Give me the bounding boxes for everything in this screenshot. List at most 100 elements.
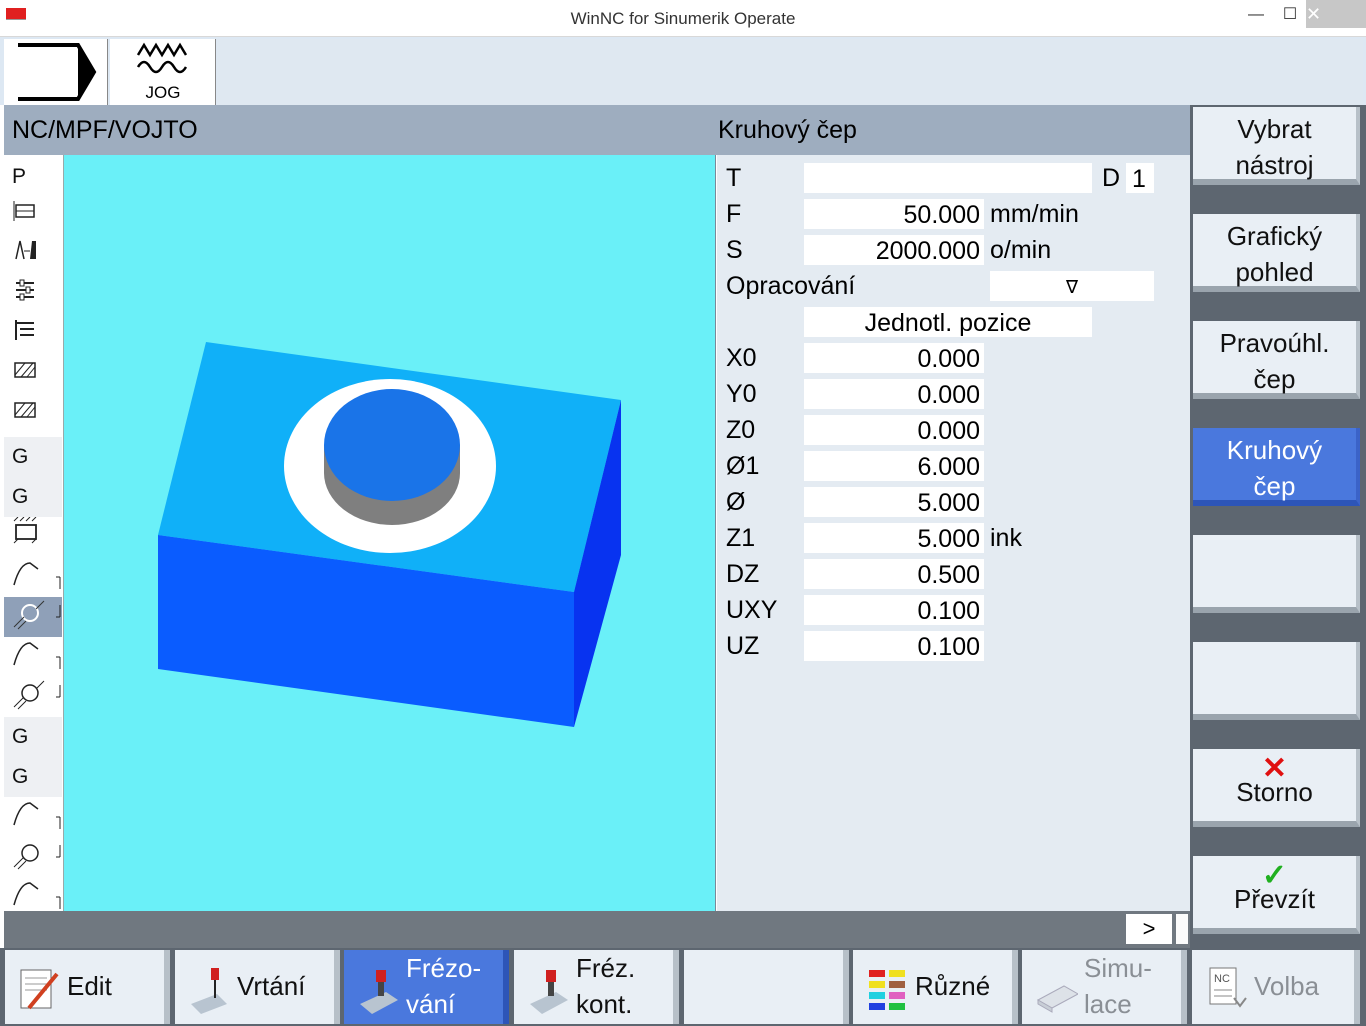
softkey-label: Pravoúhl.: [1219, 328, 1330, 358]
drill-icon: [191, 968, 227, 1014]
empty-bottom-softkey[interactable]: [684, 950, 849, 1024]
feed-unit[interactable]: mm/min: [990, 200, 1079, 229]
spindle-speed-field[interactable]: 2000.000: [804, 235, 984, 265]
dz-field[interactable]: 0.500: [804, 559, 984, 589]
strip-item-contour3-icon[interactable]: [4, 797, 62, 837]
softkey-label: kont.: [576, 989, 633, 1019]
more-softkeys-button[interactable]: >: [1126, 914, 1172, 944]
circular-spigot-illustration: [158, 342, 621, 727]
maximize-button[interactable]: ☐: [1270, 4, 1310, 28]
help-graphic: [64, 155, 716, 911]
position-mode-select[interactable]: Jednotl. pozice: [804, 307, 1092, 337]
strip-item-contour-icon[interactable]: [4, 557, 62, 597]
strip-item-circular-spigot2-icon[interactable]: [4, 677, 62, 717]
softkey-label: nástroj: [1235, 150, 1314, 180]
z1-field[interactable]: 5.000: [804, 523, 984, 553]
softkey-label: Storno: [1236, 777, 1313, 807]
empty-softkey-6[interactable]: [1193, 642, 1360, 720]
close-button[interactable]: ✕: [1306, 0, 1366, 28]
edit-pencil-icon: [20, 969, 59, 1010]
strip-item-list-icon[interactable]: [4, 317, 62, 357]
softkey-label: Vrtání: [237, 971, 306, 1001]
empty-softkey-5[interactable]: [1193, 535, 1360, 613]
milling-icon: [360, 970, 398, 1014]
z0-field[interactable]: 0.000: [804, 415, 984, 445]
miscellaneous-softkey[interactable]: Různé: [853, 950, 1018, 1024]
edit-softkey[interactable]: Edit: [5, 950, 170, 1024]
strip-item-rect-spigot-icon[interactable]: [4, 516, 62, 557]
uxy-field[interactable]: 0.100: [804, 595, 984, 625]
program-path: NC/MPF/VOJTO: [12, 116, 198, 144]
softkey-label: Grafický: [1226, 221, 1323, 251]
softkey-label: Simu-: [1084, 953, 1152, 983]
diameter-field[interactable]: 5.000: [804, 487, 984, 517]
strip-item-gcode-4[interactable]: G: [4, 757, 62, 797]
select-tool-softkey[interactable]: Vybrat nástroj: [1193, 107, 1360, 185]
jog-mode-indicator: JOG: [110, 39, 216, 105]
status-separator: [1176, 914, 1188, 944]
drilling-softkey[interactable]: Vrtání: [175, 950, 340, 1024]
rectangular-spigot-softkey[interactable]: Pravoúhl. čep: [1193, 321, 1360, 399]
softkey-label: Převzít: [1234, 884, 1315, 914]
strip-item-contour2-icon[interactable]: [4, 637, 62, 677]
softkey-label: vání: [406, 989, 456, 1019]
param-label-machining: Opracování: [726, 272, 856, 300]
x0-field[interactable]: 0.000: [804, 343, 984, 373]
window-title: WinNC for Sinumerik Operate: [570, 9, 796, 28]
status-bar: [4, 911, 1190, 948]
strip-item-transform-icon[interactable]: [4, 277, 62, 317]
accept-softkey[interactable]: ✓ Převzít: [1193, 856, 1360, 934]
strip-item-face-icon[interactable]: [4, 197, 62, 237]
tool-field[interactable]: [804, 163, 1092, 193]
softkey-label: čep: [1253, 364, 1296, 394]
strip-item-thread-icon[interactable]: [4, 237, 62, 277]
contour-milling-softkey[interactable]: Fréz. kont.: [514, 950, 679, 1024]
channel-arrow-icon: [4, 39, 108, 105]
strip-item-pocket-icon[interactable]: [4, 357, 62, 397]
strip-item-circular-spigot-icon[interactable]: [4, 597, 62, 637]
spindle-speed-unit[interactable]: o/min: [990, 236, 1051, 265]
param-label-blank-diameter: Ø1: [726, 452, 760, 480]
milling-softkey[interactable]: Frézo- vání: [344, 950, 509, 1024]
uz-field[interactable]: 0.100: [804, 631, 984, 661]
blank-diameter-field[interactable]: 6.000: [804, 451, 984, 481]
select-program-softkey[interactable]: NC Volba: [1192, 950, 1360, 1024]
cancel-softkey[interactable]: ✕ Storno: [1193, 749, 1360, 827]
param-label-z0: Z0: [726, 416, 756, 444]
strip-item-gcode-2[interactable]: G: [4, 477, 62, 517]
mode-label: JOG: [145, 83, 181, 102]
param-label-d: D: [1102, 164, 1121, 192]
contour-milling-icon: [530, 970, 568, 1014]
param-label-y0: Y0: [726, 380, 757, 408]
simulation-softkey[interactable]: Simu- lace: [1022, 950, 1187, 1024]
graphic-view-softkey[interactable]: Grafický pohled: [1193, 214, 1360, 292]
softkey-label: Vybrat: [1237, 114, 1312, 144]
softkey-label: čep: [1253, 471, 1296, 501]
param-label-x0: X0: [726, 344, 757, 372]
spigot-top: [324, 389, 460, 501]
softkey-label: Edit: [67, 971, 112, 1001]
strip-item-pocket2-icon[interactable]: [4, 397, 62, 437]
softkey-label: Volba: [1254, 971, 1320, 1001]
softkey-label: Fréz.: [576, 953, 636, 983]
program-step-strip: P G G G G: [4, 155, 64, 911]
nc-program-icon: NC: [1209, 967, 1247, 1008]
cutting-edge-field[interactable]: 1: [1126, 163, 1154, 193]
param-label-uz: UZ: [726, 632, 760, 660]
feed-field[interactable]: 50.000: [804, 199, 984, 229]
misc-grid-icon: [869, 970, 905, 1010]
strip-item-gcode-3[interactable]: G: [4, 717, 62, 757]
strip-item-gcode-1[interactable]: G: [4, 437, 62, 477]
param-label-t: T: [726, 164, 742, 192]
machining-select[interactable]: ∇: [990, 271, 1154, 301]
simulation-icon: [1036, 985, 1078, 1013]
strip-item-program-header[interactable]: P: [4, 157, 62, 197]
softkey-label: Frézo-: [406, 953, 482, 983]
y0-field[interactable]: 0.000: [804, 379, 984, 409]
param-label-diameter: Ø: [726, 488, 746, 516]
strip-item-circular-spigot3-icon[interactable]: [4, 837, 62, 877]
softkey-label: Různé: [915, 971, 991, 1001]
z1-unit[interactable]: ink: [990, 524, 1022, 553]
circular-spigot-softkey[interactable]: Kruhový čep: [1193, 428, 1360, 506]
param-label-dz: DZ: [726, 560, 760, 588]
